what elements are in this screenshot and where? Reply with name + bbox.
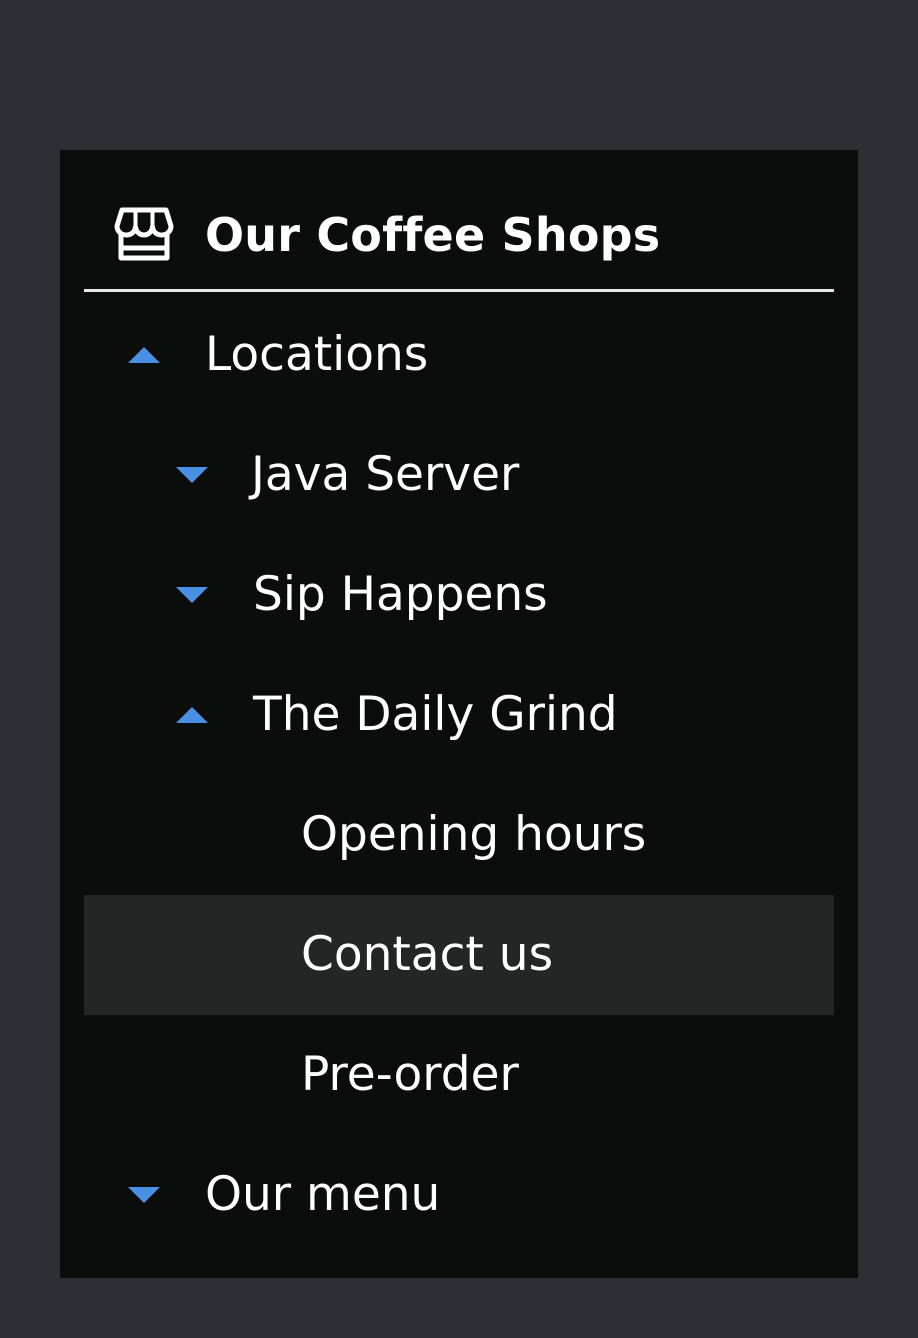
- panel-title: Our Coffee Shops: [205, 208, 661, 262]
- caret-up-icon[interactable]: [174, 655, 210, 775]
- tree-item-label: Sip Happens: [253, 567, 548, 622]
- tree-item-the-daily-grind[interactable]: The Daily Grind: [84, 655, 834, 775]
- caret-down-icon[interactable]: [174, 415, 210, 535]
- caret-up-icon[interactable]: [126, 295, 162, 415]
- caret-down-icon[interactable]: [126, 1135, 162, 1255]
- caret-down-icon[interactable]: [174, 535, 210, 655]
- tree-item-label: Java Server: [251, 447, 520, 502]
- tree-item-label: Pre-order: [301, 1047, 519, 1102]
- tree-item-pre-order[interactable]: Pre-order: [84, 1015, 834, 1135]
- tree-item-label: Locations: [205, 327, 429, 382]
- tree-item-locations[interactable]: Locations: [84, 295, 834, 415]
- tree-item-our-menu[interactable]: Our menu: [84, 1135, 834, 1255]
- tree-item-label: The Daily Grind: [253, 687, 618, 742]
- store-icon: [114, 207, 174, 261]
- tree-item-label: Contact us: [301, 927, 554, 982]
- tree-item-label: Opening hours: [301, 807, 647, 862]
- navigation-panel: Our Coffee Shops Locations Java Server S…: [60, 150, 858, 1278]
- tree-item-sip-happens[interactable]: Sip Happens: [84, 535, 834, 655]
- tree-item-java-server[interactable]: Java Server: [84, 415, 834, 535]
- tree-item-contact-us[interactable]: Contact us: [84, 895, 834, 1015]
- panel-header: Our Coffee Shops: [84, 174, 834, 292]
- tree-item-label: Our menu: [205, 1167, 441, 1222]
- tree-item-opening-hours[interactable]: Opening hours: [84, 775, 834, 895]
